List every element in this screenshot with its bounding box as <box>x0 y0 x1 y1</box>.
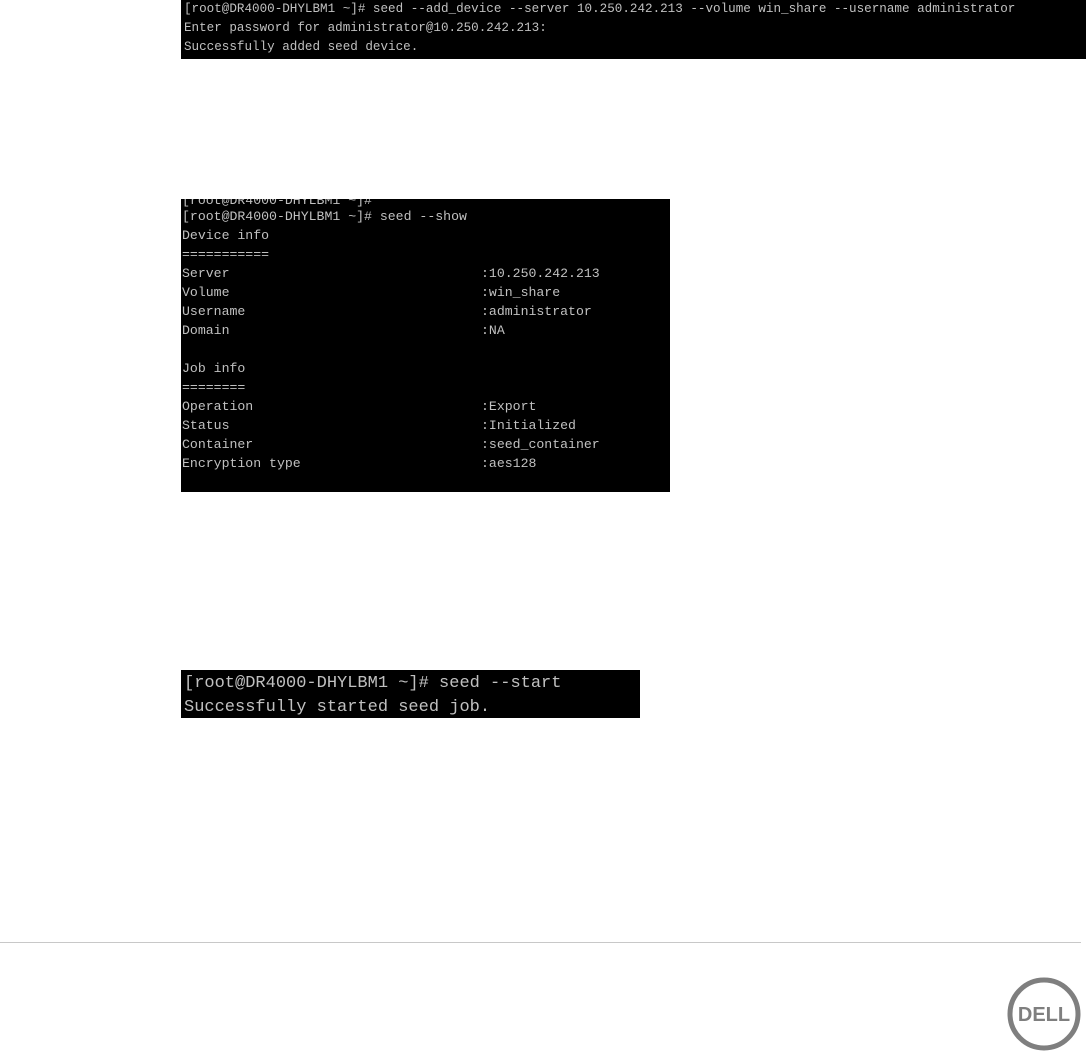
row-key: Server <box>182 266 230 281</box>
device-info-row: Volume :win_share <box>182 283 670 302</box>
row-key: Username <box>182 304 246 319</box>
terminal-line: [root@DR4000-DHYLBM1 ~]# seed --start <box>184 674 562 693</box>
job-info-row: Status :Initialized <box>182 416 670 435</box>
row-value: :win_share <box>481 285 561 300</box>
device-info-rule: =========== <box>182 247 270 262</box>
footer-divider <box>0 942 1081 943</box>
dell-logo: DELL <box>1007 977 1081 1051</box>
row-value: :Export <box>481 399 537 414</box>
job-info-row: Container :seed_container <box>182 435 670 454</box>
job-info-rule: ======== <box>182 380 246 395</box>
terminal-line: [root@DR4000-DHYLBM1 ~]# seed --add_devi… <box>184 2 1016 16</box>
row-key: Status <box>182 418 230 433</box>
row-key: Container <box>182 437 254 452</box>
device-info-row: Domain :NA <box>182 321 670 340</box>
row-key: Domain <box>182 323 230 338</box>
row-value: :10.250.242.213 <box>481 266 600 281</box>
device-info-row: Server :10.250.242.213 <box>182 264 670 283</box>
device-info-row: Username :administrator <box>182 302 670 321</box>
row-value: :aes128 <box>481 456 537 471</box>
row-key: Encryption type <box>182 456 301 471</box>
terminal-line: Enter password for administrator@10.250.… <box>184 21 547 35</box>
cropped-prompt-line: [root@DR4000-DHYLBM1 ~]# <box>182 199 372 207</box>
row-key: Operation <box>182 399 254 414</box>
device-info-heading: Device info <box>182 228 270 243</box>
job-info-heading: Job info <box>182 361 246 376</box>
seed-show-terminal-screenshot: [root@DR4000-DHYLBM1 ~]# [root@DR4000-DH… <box>181 199 670 492</box>
seed-start-terminal-screenshot: [root@DR4000-DHYLBM1 ~]# seed --start Su… <box>181 670 640 718</box>
row-value: :NA <box>481 323 505 338</box>
row-value: :administrator <box>481 304 592 319</box>
row-value: :Initialized <box>481 418 576 433</box>
dell-logo-text: DELL <box>1018 1004 1070 1026</box>
job-info-row: Operation :Export <box>182 397 670 416</box>
add-device-terminal-screenshot: [root@DR4000-DHYLBM1 ~]# seed --add_devi… <box>181 0 1086 59</box>
row-value: :seed_container <box>481 437 600 452</box>
terminal-prompt: [root@DR4000-DHYLBM1 ~]# seed --show <box>182 209 467 224</box>
terminal-line: Successfully added seed device. <box>184 40 419 54</box>
job-info-row: Encryption type :aes128 <box>182 454 670 473</box>
row-key: Volume <box>182 285 230 300</box>
terminal-line: Successfully started seed job. <box>184 698 491 717</box>
